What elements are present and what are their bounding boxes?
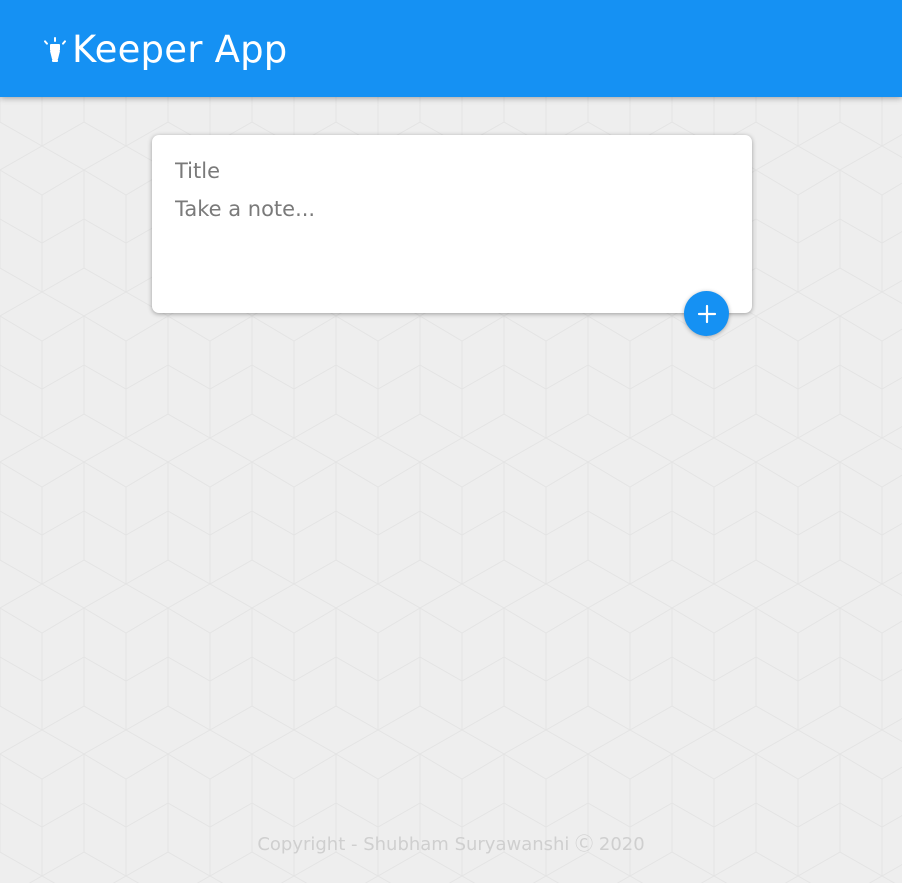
lamp-icon: [44, 37, 66, 63]
note-title-input[interactable]: [175, 157, 715, 185]
app-title: Keeper App: [72, 28, 288, 71]
note-content-input[interactable]: [175, 197, 725, 287]
copyright-footer: Copyright - Shubham Suryawanshi Ⓒ 2020: [257, 834, 645, 855]
create-note-form: [152, 135, 752, 313]
add-note-button[interactable]: [684, 291, 729, 336]
add-icon: [697, 304, 716, 323]
background-pattern: [0, 0, 902, 883]
app-logo: Keeper App: [44, 28, 287, 72]
app-header: Keeper App: [0, 0, 902, 97]
